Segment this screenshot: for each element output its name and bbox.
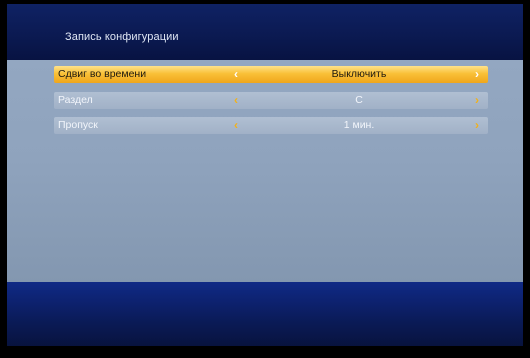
settings-row-value: C: [355, 94, 363, 106]
chevron-right-icon[interactable]: ›: [475, 68, 479, 80]
settings-row-value: 1 мин.: [343, 119, 375, 131]
header-bar: Запись конфигурации: [7, 4, 523, 60]
settings-row-value: Выключить: [331, 68, 387, 80]
settings-row-timeshift[interactable]: Сдвиг во времени ‹ Выключить ›: [54, 66, 488, 83]
settings-row-skip[interactable]: Пропуск ‹ 1 мин. ›: [54, 117, 488, 134]
chevron-left-icon[interactable]: ‹: [234, 68, 238, 80]
chevron-left-icon[interactable]: ‹: [234, 119, 238, 131]
settings-row-partition[interactable]: Раздел ‹ C ›: [54, 92, 488, 109]
settings-row-label: Пропуск: [58, 119, 98, 131]
settings-screen: Запись конфигурации Сдвиг во времени ‹ В…: [0, 0, 530, 358]
chevron-right-icon[interactable]: ›: [475, 119, 479, 131]
page-title: Запись конфигурации: [65, 31, 179, 43]
settings-row-label: Раздел: [58, 94, 93, 106]
settings-row-label: Сдвиг во времени: [58, 68, 147, 80]
chevron-right-icon[interactable]: ›: [475, 94, 479, 106]
chevron-left-icon[interactable]: ‹: [234, 94, 238, 106]
footer-bar: [7, 282, 523, 346]
